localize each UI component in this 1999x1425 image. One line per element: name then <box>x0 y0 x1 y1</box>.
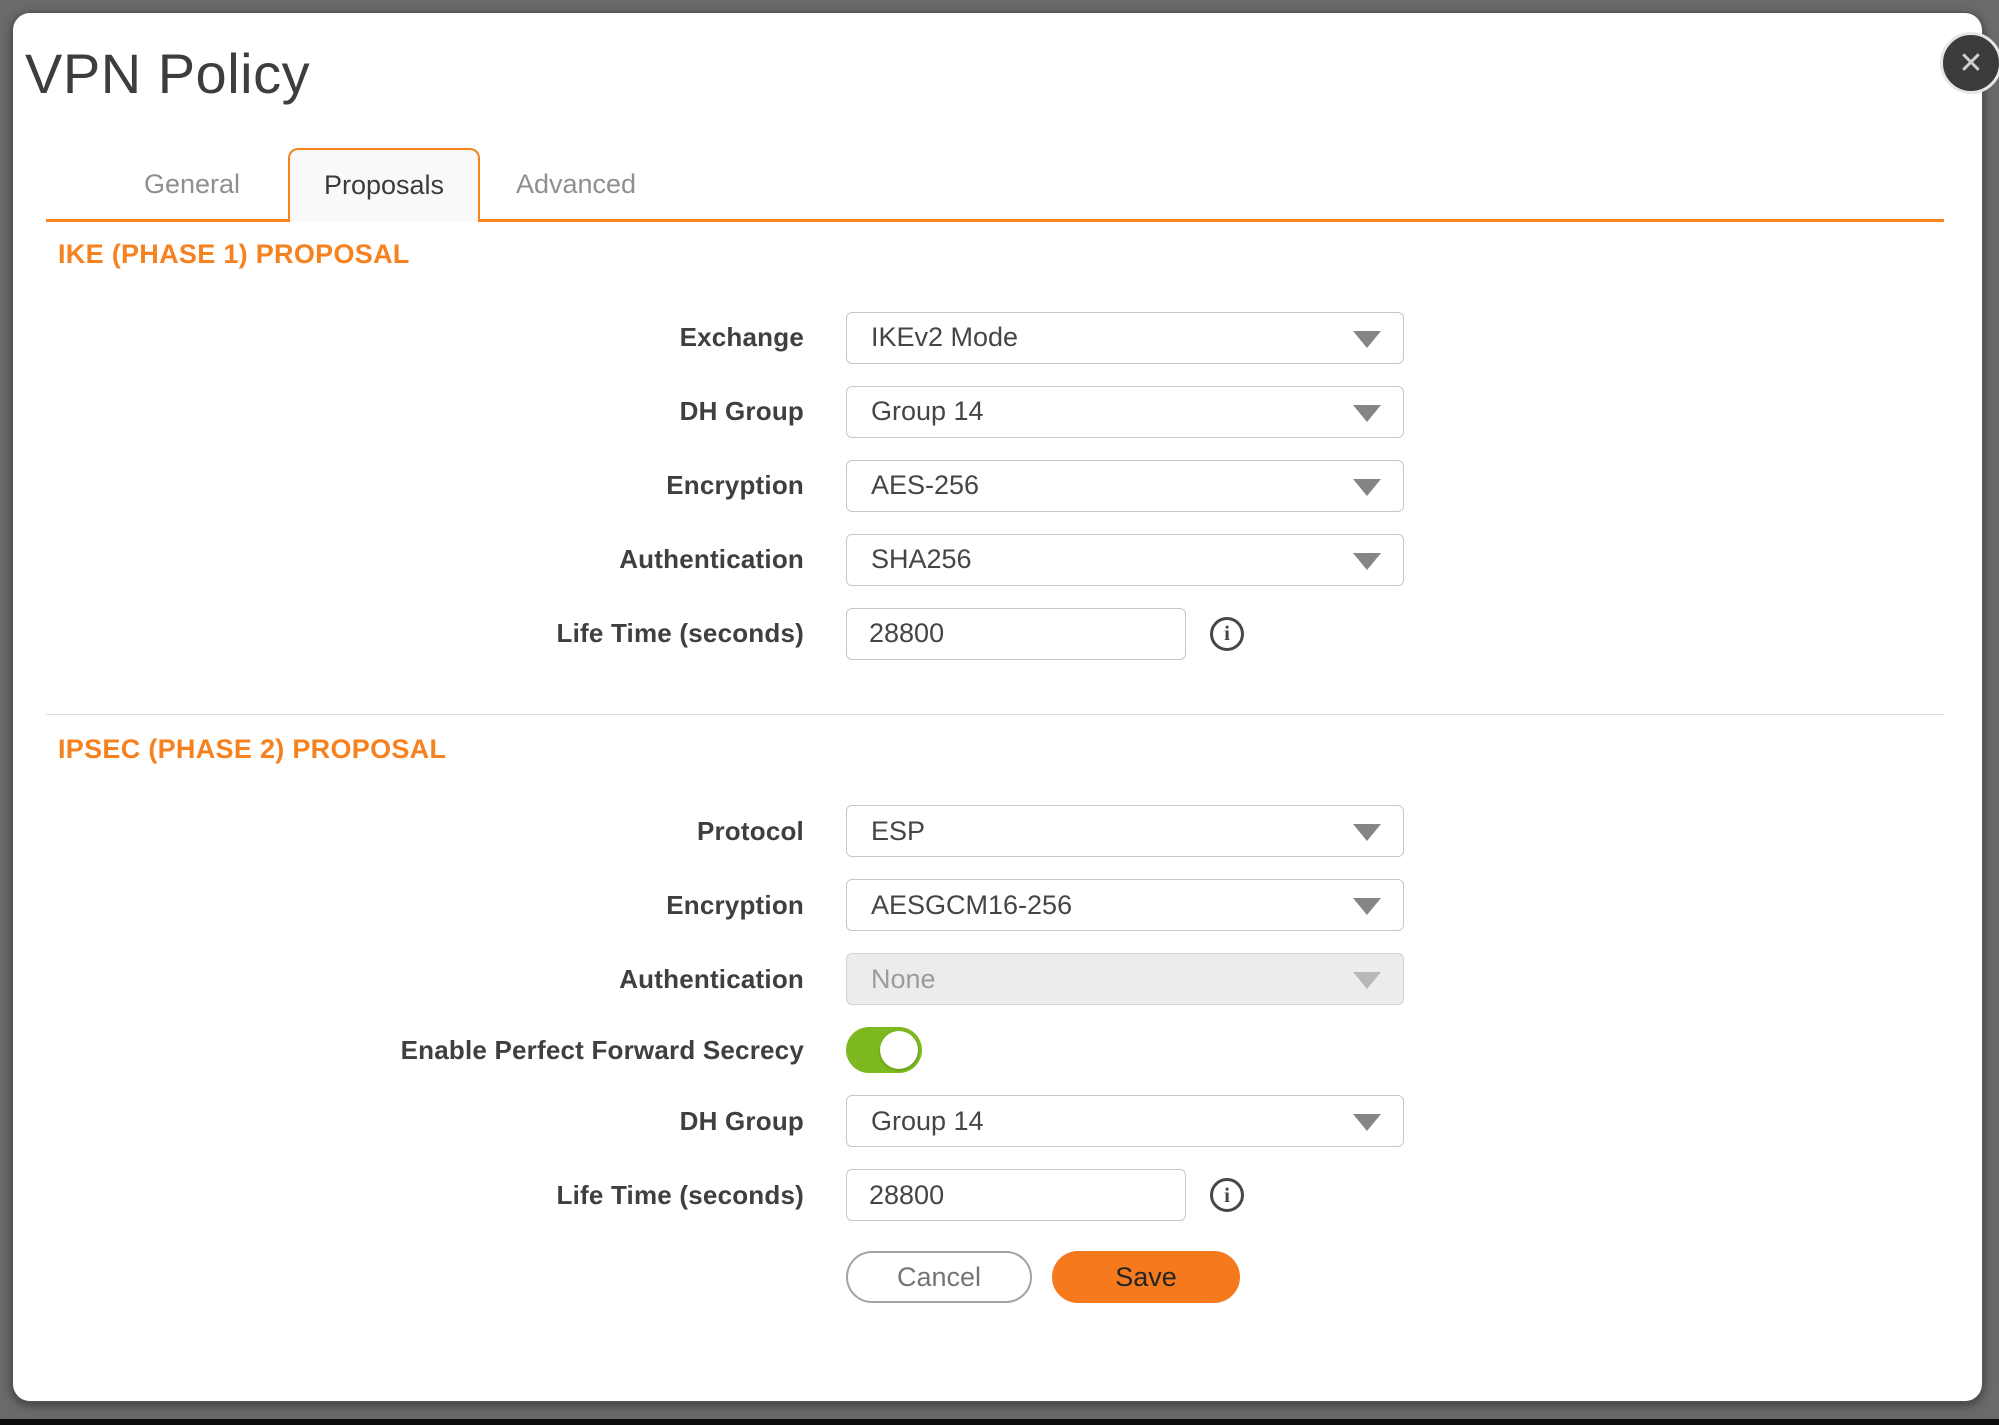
info-glyph: i <box>1224 1183 1230 1208</box>
form-row-exchange: Exchange IKEv2 Mode <box>46 312 1944 364</box>
pfs-label: Enable Perfect Forward Secrecy <box>46 1035 804 1066</box>
dh-group-label: DH Group <box>46 396 804 427</box>
dialog-footer: Cancel Save <box>46 1251 1944 1303</box>
chevron-down-icon <box>1353 898 1381 915</box>
ipsec-authentication-label: Authentication <box>46 964 804 995</box>
chevron-down-icon <box>1353 1114 1381 1131</box>
dh-group-select-value: Group 14 <box>871 396 984 427</box>
tab-advanced[interactable]: Advanced <box>480 150 672 219</box>
ike-phase1-form: Exchange IKEv2 Mode DH Group Group 14 <box>46 312 1944 660</box>
info-icon[interactable]: i <box>1210 1178 1244 1212</box>
ipsec-encryption-select[interactable]: AESGCM16-256 <box>846 879 1404 931</box>
ike-phase1-heading: IKE (PHASE 1) PROPOSAL <box>58 238 1944 270</box>
ipsec-dh-group-select-value: Group 14 <box>871 1106 984 1137</box>
ipsec-lifetime-label: Life Time (seconds) <box>46 1180 804 1211</box>
dialog-title: VPN Policy <box>25 43 1982 105</box>
form-row-ipsec-authentication: Authentication None <box>46 953 1944 1005</box>
form-row-protocol: Protocol ESP <box>46 805 1944 857</box>
form-row-pfs: Enable Perfect Forward Secrecy <box>46 1027 1944 1073</box>
exchange-select-value: IKEv2 Mode <box>871 322 1018 353</box>
protocol-select[interactable]: ESP <box>846 805 1404 857</box>
authentication-select-value: SHA256 <box>871 544 972 575</box>
form-row-lifetime: Life Time (seconds) i <box>46 608 1944 660</box>
chevron-down-icon <box>1353 824 1381 841</box>
lifetime-label: Life Time (seconds) <box>46 618 804 649</box>
form-row-authentication: Authentication SHA256 <box>46 534 1944 586</box>
authentication-label: Authentication <box>46 544 804 575</box>
ipsec-dh-group-select[interactable]: Group 14 <box>846 1095 1404 1147</box>
ipsec-phase2-heading: IPSEC (PHASE 2) PROPOSAL <box>58 733 1944 765</box>
chevron-down-icon <box>1353 479 1381 496</box>
dh-group-select[interactable]: Group 14 <box>846 386 1404 438</box>
exchange-select[interactable]: IKEv2 Mode <box>846 312 1404 364</box>
protocol-label: Protocol <box>46 816 804 847</box>
info-glyph: i <box>1224 621 1230 646</box>
form-row-ipsec-encryption: Encryption AESGCM16-256 <box>46 879 1944 931</box>
pfs-toggle-on[interactable] <box>846 1027 922 1073</box>
vpn-policy-dialog: VPN Policy General Proposals Advanced IK… <box>12 12 1983 1402</box>
authentication-select[interactable]: SHA256 <box>846 534 1404 586</box>
ipsec-dh-group-label: DH Group <box>46 1106 804 1137</box>
form-row-dh-group: DH Group Group 14 <box>46 386 1944 438</box>
tab-proposals[interactable]: Proposals <box>288 148 480 222</box>
chevron-down-icon <box>1353 331 1381 348</box>
ike-lifetime-input[interactable] <box>846 608 1186 660</box>
chevron-down-icon <box>1353 405 1381 422</box>
ipsec-encryption-select-value: AESGCM16-256 <box>871 890 1072 921</box>
info-icon[interactable]: i <box>1210 617 1244 651</box>
chevron-down-icon <box>1353 972 1381 989</box>
protocol-select-value: ESP <box>871 816 925 847</box>
tab-bar: General Proposals Advanced <box>46 147 1944 222</box>
ipsec-phase2-form: Protocol ESP Encryption AESGCM16-256 <box>46 805 1944 1221</box>
chevron-down-icon <box>1353 553 1381 570</box>
form-row-ipsec-lifetime: Life Time (seconds) i <box>46 1169 1944 1221</box>
tab-general[interactable]: General <box>96 150 288 219</box>
form-row-encryption: Encryption AES-256 <box>46 460 1944 512</box>
cancel-button[interactable]: Cancel <box>846 1251 1032 1303</box>
encryption-select[interactable]: AES-256 <box>846 460 1404 512</box>
ipsec-authentication-select-value: None <box>871 964 936 995</box>
save-button[interactable]: Save <box>1052 1251 1240 1303</box>
bottom-bar <box>0 1419 1999 1425</box>
form-row-ipsec-dh-group: DH Group Group 14 <box>46 1095 1944 1147</box>
ipsec-encryption-label: Encryption <box>46 890 804 921</box>
toggle-knob <box>880 1031 918 1069</box>
ipsec-authentication-select-disabled: None <box>846 953 1404 1005</box>
exchange-label: Exchange <box>46 322 804 353</box>
encryption-label: Encryption <box>46 470 804 501</box>
close-icon[interactable]: ✕ <box>1940 32 1999 94</box>
encryption-select-value: AES-256 <box>871 470 979 501</box>
ipsec-lifetime-input[interactable] <box>846 1169 1186 1221</box>
section-divider <box>46 714 1944 715</box>
